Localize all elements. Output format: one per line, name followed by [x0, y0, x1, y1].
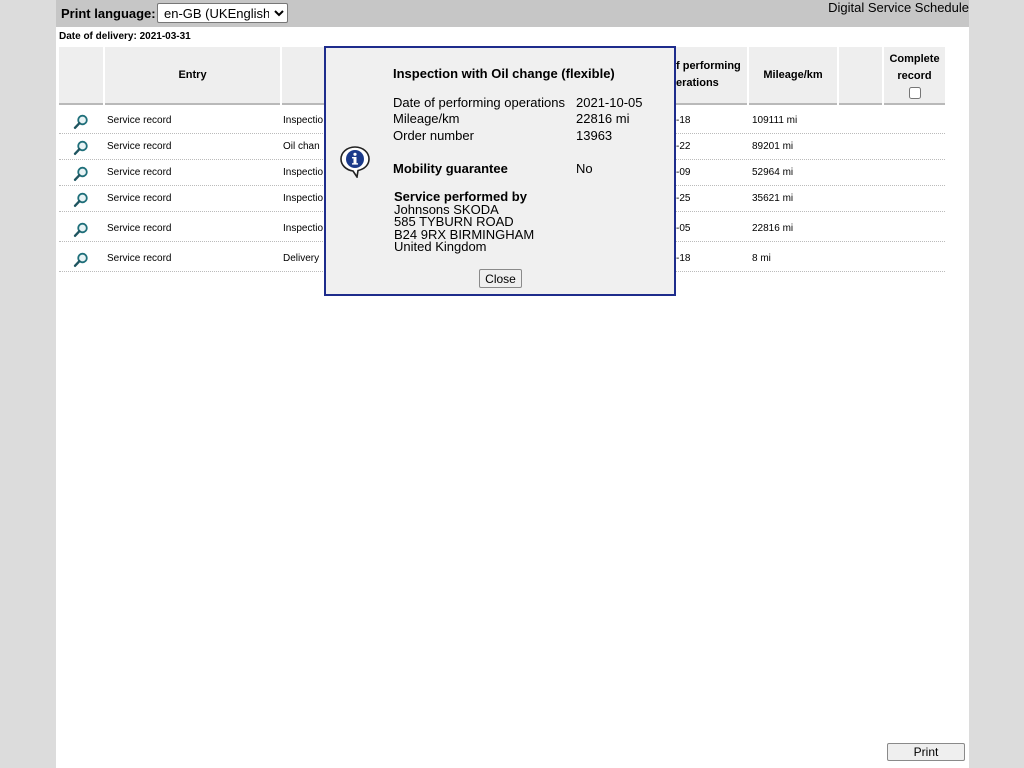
mileage-cell: 109111 mi — [752, 115, 798, 126]
magnifier-icon[interactable] — [73, 192, 89, 208]
top-bar: Print language: en-GB (UKEnglish) Digita… — [56, 0, 969, 27]
magnifier-icon[interactable] — [73, 166, 89, 182]
entry-cell: Service record — [107, 223, 172, 234]
type-cell: Inspectio — [283, 193, 324, 204]
magnifier-icon[interactable] — [73, 222, 89, 238]
date-cell: -05 — [676, 223, 691, 234]
column-header-mileage-label: Mileage/km — [763, 68, 823, 81]
service-detail-dialog: Inspection with Oil change (flexible) Da… — [324, 46, 676, 296]
complete-record-checkbox[interactable] — [908, 87, 921, 99]
mileage-cell: 52964 mi — [752, 167, 794, 178]
entry-cell: Service record — [107, 253, 172, 264]
column-header-entry-label: Entry — [178, 68, 207, 81]
type-cell: Inspectio — [283, 115, 324, 126]
order-number-label: Order number — [393, 128, 474, 143]
dealer-country: United Kingdom — [394, 239, 487, 255]
magnifier-icon[interactable] — [73, 252, 89, 268]
dialog-title: Inspection with Oil change (flexible) — [393, 66, 615, 81]
entry-cell: Service record — [107, 115, 172, 126]
info-icon — [340, 146, 370, 178]
column-header-view — [59, 47, 103, 105]
column-header-date-line1: f performing — [676, 60, 741, 72]
app-title: Digital Service Schedule — [828, 0, 969, 15]
close-button[interactable]: Close — [479, 269, 522, 288]
mobility-guarantee-value: No — [576, 161, 593, 176]
column-header-complete-line1: Complete — [889, 53, 940, 65]
date-cell: -18 — [676, 253, 691, 264]
mileage-cell: 22816 mi — [752, 223, 794, 234]
column-header-mileage: Mileage/km — [749, 47, 837, 105]
type-cell: Delivery — [283, 253, 320, 264]
mobility-guarantee-label: Mobility guarantee — [393, 161, 508, 176]
entry-cell: Service record — [107, 193, 172, 204]
type-cell: Inspectio — [283, 167, 324, 178]
order-number-value: 13963 — [576, 128, 613, 143]
print-language-label: Print language: — [61, 6, 156, 21]
entry-cell: Service record — [107, 167, 172, 178]
type-cell: Inspectio — [283, 223, 324, 234]
mileage-cell: 35621 mi — [752, 193, 794, 204]
magnifier-icon[interactable] — [73, 140, 89, 156]
date-cell: -25 — [676, 193, 691, 204]
column-header-blank — [839, 47, 882, 105]
column-header-complete-record: Complete record — [884, 47, 945, 105]
mileage-cell: 89201 mi — [752, 141, 794, 152]
date-cell: -22 — [676, 141, 691, 152]
mileage-label: Mileage/km — [393, 111, 460, 126]
magnifier-icon[interactable] — [73, 114, 89, 130]
date-value: 2021-10-05 — [576, 95, 643, 110]
date-cell: -09 — [676, 167, 691, 178]
print-language-select[interactable]: en-GB (UKEnglish) — [157, 3, 288, 23]
mileage-cell: 8 mi — [752, 253, 771, 264]
column-header-date: f performing erations — [674, 47, 747, 105]
entry-cell: Service record — [107, 141, 172, 152]
column-header-date-line2: erations — [676, 77, 719, 89]
print-button[interactable]: Print — [887, 743, 965, 761]
column-header-entry: Entry — [105, 47, 280, 105]
date-label: Date of performing operations — [393, 95, 565, 110]
date-cell: -18 — [676, 115, 691, 126]
mileage-value: 22816 mi — [576, 111, 630, 126]
date-of-delivery: Date of delivery: 2021-03-31 — [59, 31, 191, 42]
column-header-complete-line2: record — [897, 70, 932, 82]
type-cell: Oil chan — [283, 141, 320, 152]
